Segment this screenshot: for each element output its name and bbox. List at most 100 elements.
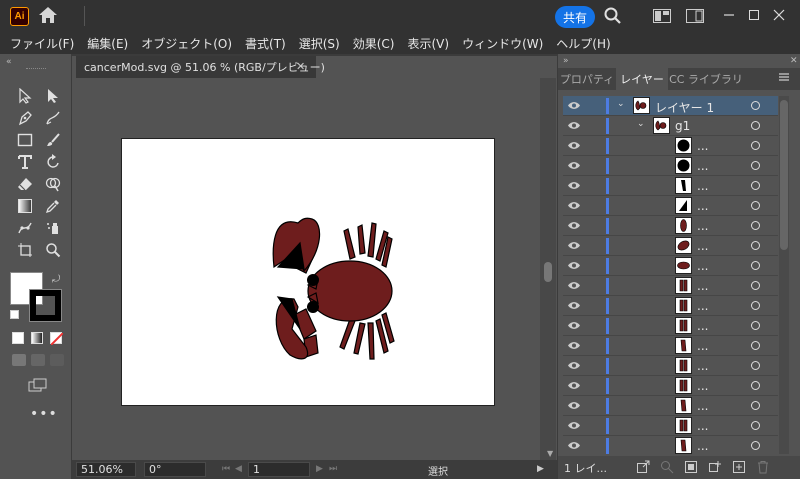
menu-window[interactable]: ウィンドウ(W) <box>462 35 543 52</box>
draw-behind-button[interactable] <box>31 354 45 366</box>
sublayer-row[interactable]: ... <box>563 376 778 396</box>
chevron-down-icon[interactable]: ⌄ <box>617 99 625 109</box>
layers-scrollbar[interactable] <box>779 96 789 454</box>
layer-name[interactable]: レイヤー 1 <box>655 99 714 116</box>
selection-tool[interactable] <box>14 86 36 106</box>
sublayer-name[interactable]: ... <box>697 379 708 393</box>
sublayer-name[interactable]: ... <box>697 159 708 173</box>
eye-icon[interactable] <box>568 361 580 370</box>
export-button[interactable] <box>636 460 650 474</box>
menu-select[interactable]: 選択(S) <box>299 35 340 52</box>
sublayer-row[interactable]: ... <box>563 256 778 276</box>
sublayer-row[interactable]: ... <box>563 236 778 256</box>
target-icon[interactable] <box>751 301 760 310</box>
sublayer-name[interactable]: ... <box>697 419 708 433</box>
sublayer-name[interactable]: ... <box>697 439 708 453</box>
target-icon[interactable] <box>751 401 760 410</box>
tab-layers[interactable]: レイヤー <box>616 68 668 90</box>
sublayer-row[interactable]: ... <box>563 216 778 236</box>
target-icon[interactable] <box>751 241 760 250</box>
eye-icon[interactable] <box>568 121 580 130</box>
draw-normal-button[interactable] <box>12 354 26 366</box>
sublayer-name[interactable]: ... <box>697 319 708 333</box>
artboard-number-field[interactable]: 1 <box>248 462 310 477</box>
rotation-field[interactable]: 0° <box>144 462 206 477</box>
zoom-tool[interactable] <box>42 240 64 260</box>
menu-type[interactable]: 書式(T) <box>245 35 286 52</box>
maximize-button[interactable] <box>745 6 763 24</box>
eye-icon[interactable] <box>568 381 580 390</box>
eye-icon[interactable] <box>568 321 580 330</box>
first-artboard-icon[interactable]: ⏮ <box>222 464 230 474</box>
canvas-vertical-scrollbar[interactable] <box>540 78 556 460</box>
color-mode-button[interactable] <box>12 332 24 344</box>
more-tools-icon[interactable]: ••• <box>30 406 58 422</box>
menu-file[interactable]: ファイル(F) <box>10 35 74 52</box>
collapse-panel-icon[interactable]: » <box>563 56 569 66</box>
group-name[interactable]: g1 <box>675 119 690 133</box>
target-icon[interactable] <box>751 221 760 230</box>
sublayer-row[interactable]: ... <box>563 276 778 296</box>
target-icon[interactable] <box>751 181 760 190</box>
chevron-down-icon[interactable]: ⌄ <box>637 119 645 129</box>
share-button[interactable]: 共有 <box>555 6 595 28</box>
close-panel-icon[interactable]: ✕ <box>790 56 798 66</box>
sublayer-name[interactable]: ... <box>697 339 708 353</box>
rotate-tool[interactable] <box>42 152 64 172</box>
new-sublayer-button[interactable] <box>708 460 722 474</box>
target-icon[interactable] <box>751 341 760 350</box>
canvas-scroll-thumb[interactable] <box>544 262 552 282</box>
eye-icon[interactable] <box>568 241 580 250</box>
shape-builder-tool[interactable] <box>42 174 64 194</box>
sublayer-row[interactable]: ... <box>563 136 778 156</box>
target-icon[interactable] <box>751 201 760 210</box>
target-icon[interactable] <box>751 121 760 130</box>
paintbrush-tool[interactable] <box>42 130 64 150</box>
sublayer-name[interactable]: ... <box>697 299 708 313</box>
menu-effect[interactable]: 効果(C) <box>353 35 395 52</box>
eye-icon[interactable] <box>568 261 580 270</box>
delete-layer-button[interactable] <box>756 460 770 474</box>
eye-icon[interactable] <box>568 401 580 410</box>
target-icon[interactable] <box>751 421 760 430</box>
target-icon[interactable] <box>751 141 760 150</box>
type-tool[interactable] <box>14 152 36 172</box>
group-row[interactable]: ⌄ g1 <box>563 116 778 136</box>
layer-row-top[interactable]: ⌄ レイヤー 1 <box>563 96 778 116</box>
sublayer-row[interactable]: ... <box>563 336 778 356</box>
target-icon[interactable] <box>751 101 760 110</box>
search-button[interactable] <box>604 7 624 27</box>
arrange-documents-button[interactable] <box>653 9 671 23</box>
target-icon[interactable] <box>751 441 760 450</box>
target-icon[interactable] <box>751 261 760 270</box>
target-icon[interactable] <box>751 381 760 390</box>
next-artboard-icon[interactable]: ▶ <box>316 464 323 474</box>
locate-object-button[interactable] <box>660 460 674 474</box>
new-layer-button[interactable] <box>732 460 746 474</box>
default-colors-icon[interactable] <box>10 310 19 319</box>
sublayer-name[interactable]: ... <box>697 399 708 413</box>
sublayer-row[interactable]: ... <box>563 176 778 196</box>
menu-view[interactable]: 表示(V) <box>407 35 449 52</box>
menu-help[interactable]: ヘルプ(H) <box>556 35 610 52</box>
sublayer-name[interactable]: ... <box>697 139 708 153</box>
prev-artboard-icon[interactable]: ◀ <box>235 464 242 474</box>
eye-icon[interactable] <box>568 221 580 230</box>
tab-properties[interactable]: プロパティ <box>558 68 616 90</box>
scroll-down-icon[interactable]: ▼ <box>547 449 553 458</box>
home-button[interactable] <box>38 6 60 26</box>
crab-illustration[interactable] <box>122 139 494 405</box>
sublayer-name[interactable]: ... <box>697 199 708 213</box>
eyedropper-tool[interactable] <box>42 196 64 216</box>
menu-edit[interactable]: 編集(E) <box>87 35 128 52</box>
sublayer-row[interactable]: ... <box>563 356 778 376</box>
panel-menu-button[interactable] <box>778 71 790 85</box>
tools-grip[interactable] <box>26 68 46 70</box>
gradient-tool[interactable] <box>14 196 36 216</box>
sublayer-row[interactable]: ... <box>563 156 778 176</box>
target-icon[interactable] <box>751 161 760 170</box>
draw-inside-button[interactable] <box>50 354 64 366</box>
target-icon[interactable] <box>751 321 760 330</box>
pen-tool[interactable] <box>14 108 36 128</box>
target-icon[interactable] <box>751 361 760 370</box>
